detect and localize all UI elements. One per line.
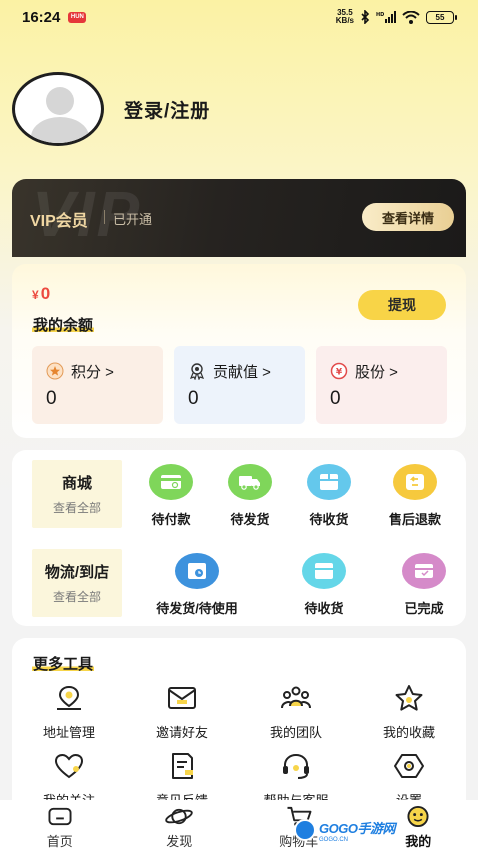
tool-invite-label: 邀请好友 bbox=[155, 725, 208, 740]
order-pending-shipment-label: 待发货 bbox=[230, 512, 270, 527]
order-pending-payment-label: 待付款 bbox=[151, 512, 191, 527]
avatar-body bbox=[31, 117, 89, 143]
order-pending-receipt-label: 待收货 bbox=[309, 512, 349, 527]
tab-home-label: 首页 bbox=[46, 834, 73, 849]
logistics-view-all[interactable]: 物流/到店 查看全部 bbox=[32, 549, 122, 617]
order-pending-shipment[interactable]: 待发货 bbox=[210, 464, 290, 528]
balance-card: ¥0 我的余额 提现 积分 > 0 贡献值 > 0 ¥ 股份 > 0 bbox=[12, 264, 466, 438]
vip-card[interactable]: VIP VIP会员 已开通 查看详情 bbox=[12, 179, 466, 257]
pending-use-icon bbox=[175, 553, 219, 589]
mall-title: 商城 bbox=[61, 475, 92, 492]
logistics-completed-label: 已完成 bbox=[404, 601, 444, 616]
currency-symbol: ¥ bbox=[32, 288, 39, 302]
truck-icon bbox=[228, 464, 272, 500]
logistics-pending-use-label: 待发货/待使用 bbox=[156, 601, 238, 616]
location-icon bbox=[57, 685, 81, 710]
points-box[interactable]: 积分 > 0 bbox=[32, 346, 163, 424]
profile-header: 登录/注册 bbox=[12, 72, 210, 146]
contribution-value: 0 bbox=[188, 388, 199, 409]
vip-status: 已开通 bbox=[113, 212, 153, 227]
points-label: 积分 > bbox=[71, 364, 114, 381]
svg-text:HD: HD bbox=[376, 12, 384, 18]
bluetooth-icon bbox=[361, 10, 370, 24]
shares-value: 0 bbox=[330, 388, 341, 409]
points-icon bbox=[46, 362, 64, 380]
withdraw-button[interactable]: 提现 bbox=[358, 290, 446, 320]
tab-discover-label: 发现 bbox=[166, 834, 193, 849]
star-icon bbox=[395, 685, 423, 711]
wifi-icon bbox=[402, 10, 420, 24]
balance-label: 我的余额 bbox=[32, 314, 95, 335]
network-speed-unit: KB/s bbox=[335, 16, 354, 25]
logistics-pending-receipt-label: 待收货 bbox=[304, 601, 344, 616]
status-time: 16:24 bbox=[22, 8, 61, 26]
contribution-label: 贡献值 > bbox=[213, 364, 271, 381]
signal-icon: HD bbox=[376, 10, 396, 23]
orders-card: 商城 查看全部 待付款 待发货 待收货 售后退款 物流/到店 查看全部 待发货/… bbox=[12, 450, 466, 626]
mall-subtitle: 查看全部 bbox=[52, 501, 101, 515]
vip-divider bbox=[104, 210, 105, 224]
heart-icon bbox=[54, 753, 84, 779]
receive-icon bbox=[302, 553, 346, 589]
order-pending-payment[interactable]: 待付款 bbox=[131, 464, 211, 528]
headset-icon bbox=[283, 753, 309, 779]
app-notification-badge: HUN bbox=[68, 11, 87, 23]
tools-card: 更多工具 地址管理 邀请好友 我的团队 我的收藏 我的关注 意见反馈 帮助与客服… bbox=[12, 638, 466, 818]
tool-team-label: 我的团队 bbox=[269, 725, 322, 740]
status-indicators: 35.5 KB/s HD 55 bbox=[336, 9, 457, 25]
points-value: 0 bbox=[46, 388, 57, 409]
logistics-pending-receipt[interactable]: 待收货 bbox=[284, 553, 364, 617]
medal-icon bbox=[188, 362, 206, 380]
site-watermark: GOGO手游网 GOGO.CN bbox=[294, 818, 418, 843]
logistics-completed[interactable]: 已完成 bbox=[384, 553, 464, 617]
balance-amount: ¥0 bbox=[32, 284, 50, 304]
watermark-logo bbox=[294, 819, 316, 841]
logistics-pending-use[interactable]: 待发货/待使用 bbox=[142, 553, 252, 617]
avatar[interactable] bbox=[12, 72, 104, 146]
network-speed: 35.5 KB/s bbox=[336, 9, 354, 25]
tool-address-label: 地址管理 bbox=[42, 725, 95, 740]
tools-title-text: 更多工具 bbox=[32, 656, 95, 673]
logistics-title: 物流/到店 bbox=[44, 564, 110, 581]
coin-icon: ¥ bbox=[330, 362, 348, 380]
invite-icon bbox=[168, 687, 196, 709]
svg-text:¥: ¥ bbox=[336, 368, 343, 378]
shares-box[interactable]: ¥ 股份 > 0 bbox=[316, 346, 447, 424]
logistics-subtitle: 查看全部 bbox=[52, 590, 101, 604]
order-pending-receipt[interactable]: 待收货 bbox=[289, 464, 369, 528]
tools-title: 更多工具 bbox=[32, 653, 95, 674]
battery-indicator: 55 bbox=[426, 10, 457, 24]
feedback-icon bbox=[172, 753, 193, 779]
balance-value: 0 bbox=[40, 284, 51, 303]
planet-icon bbox=[165, 808, 194, 825]
team-icon bbox=[281, 686, 311, 709]
tool-address[interactable]: 地址管理 bbox=[24, 684, 114, 741]
tool-invite[interactable]: 邀请好友 bbox=[137, 684, 227, 741]
watermark-subtext: GOGO.CN bbox=[319, 836, 349, 843]
avatar-head bbox=[46, 87, 74, 115]
watermark-text: GOGO手游网 bbox=[319, 820, 395, 836]
settings-icon bbox=[394, 754, 424, 778]
balance-label-text: 我的余额 bbox=[32, 317, 95, 334]
payment-icon bbox=[149, 464, 193, 500]
completed-icon bbox=[402, 553, 446, 589]
mall-view-all[interactable]: 商城 查看全部 bbox=[32, 460, 122, 528]
tool-team[interactable]: 我的团队 bbox=[251, 684, 341, 741]
status-bar: 16:24 HUN 35.5 KB/s HD 55 bbox=[0, 0, 478, 34]
tab-discover[interactable]: 发现 bbox=[120, 800, 240, 850]
vip-title: VIP会员 bbox=[30, 213, 88, 230]
contribution-box[interactable]: 贡献值 > 0 bbox=[174, 346, 305, 424]
order-refund[interactable]: 售后退款 bbox=[375, 464, 455, 528]
login-register-link[interactable]: 登录/注册 bbox=[124, 96, 210, 123]
watermark-text-group: GOGO手游网 GOGO.CN bbox=[319, 818, 395, 843]
tool-favorites-label: 我的收藏 bbox=[382, 725, 435, 740]
home-icon bbox=[48, 807, 72, 826]
tab-home[interactable]: 首页 bbox=[0, 800, 120, 850]
refund-icon bbox=[393, 464, 437, 500]
package-icon bbox=[307, 464, 351, 500]
tool-favorites[interactable]: 我的收藏 bbox=[364, 684, 454, 741]
order-refund-label: 售后退款 bbox=[388, 512, 441, 527]
vip-details-button[interactable]: 查看详情 bbox=[362, 203, 454, 231]
shares-label: 股份 > bbox=[355, 364, 398, 381]
